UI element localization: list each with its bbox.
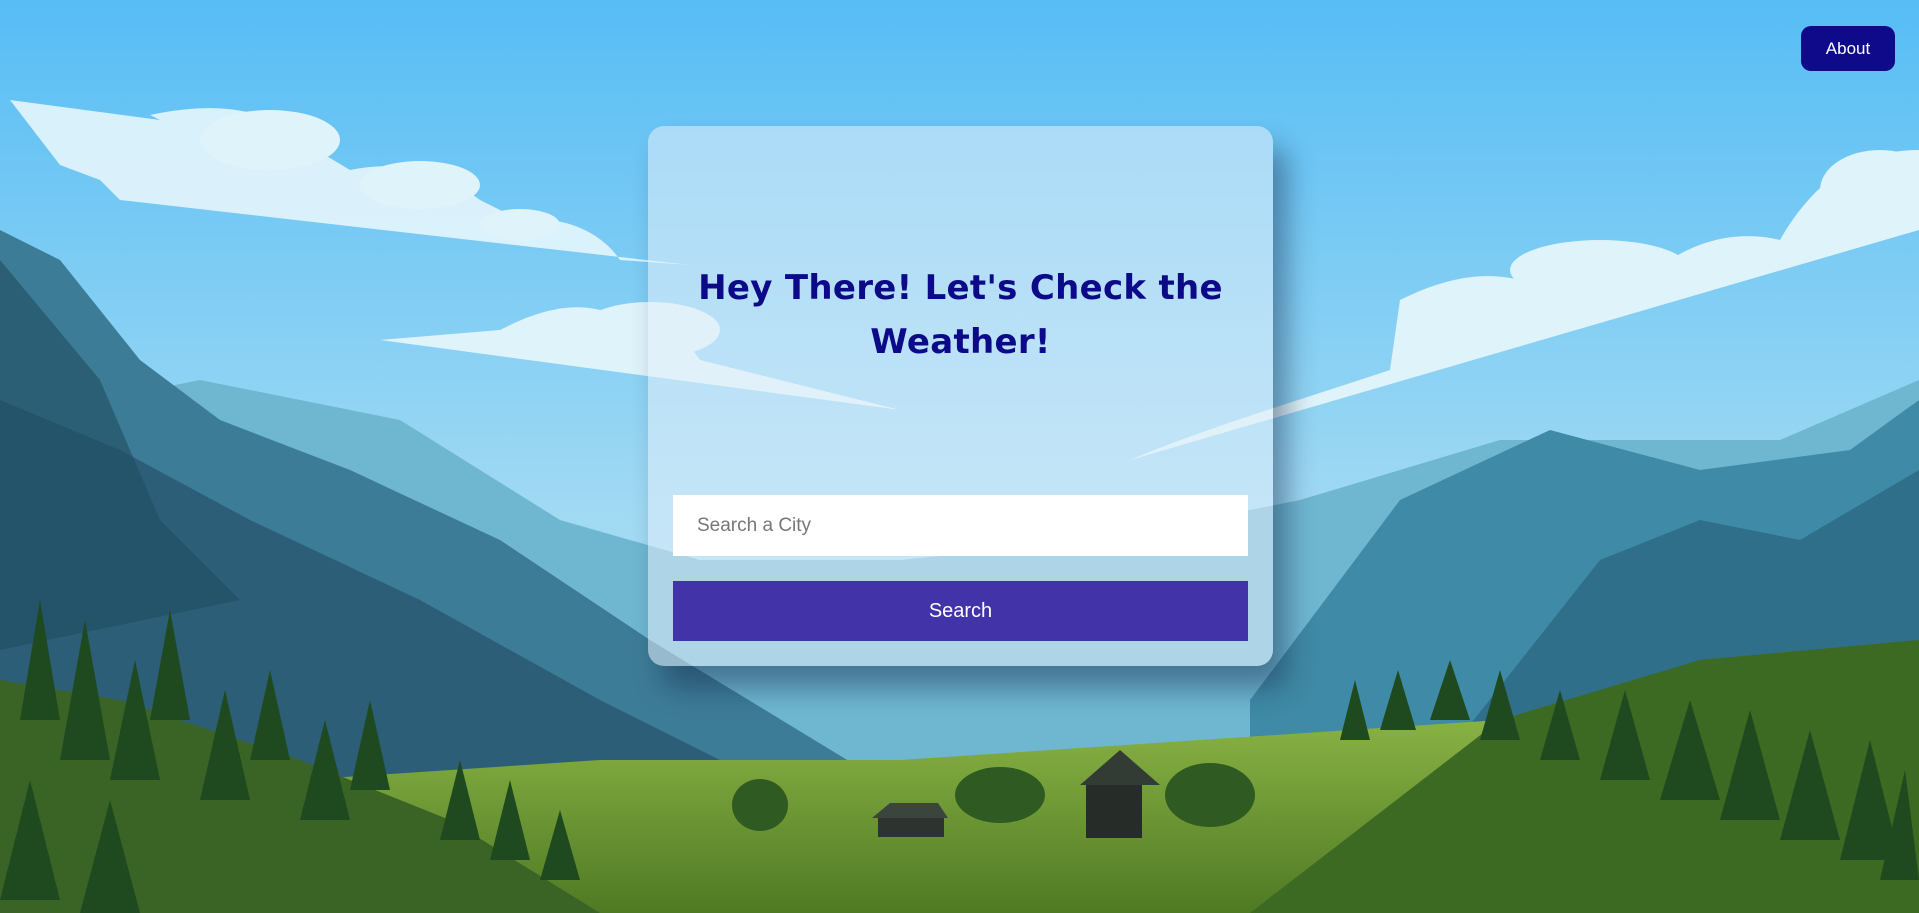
search-card: Hey There! Let's Check the Weather! Sear… [648, 126, 1273, 666]
search-button[interactable]: Search [673, 581, 1248, 641]
about-button[interactable]: About [1801, 26, 1895, 71]
page-title: Hey There! Let's Check the Weather! [698, 268, 1223, 362]
search-input[interactable] [673, 495, 1248, 556]
